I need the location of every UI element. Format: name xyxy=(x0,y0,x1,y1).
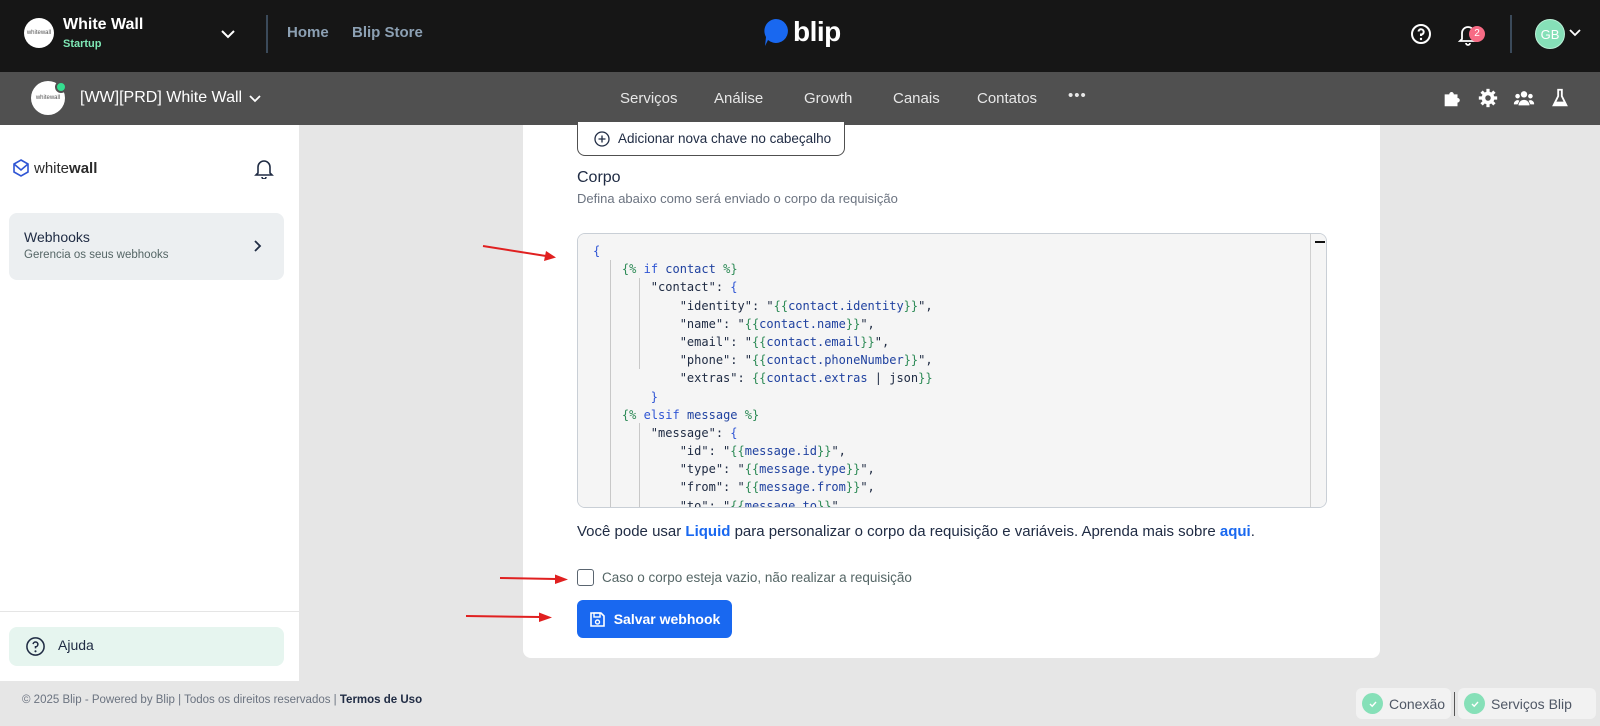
save-icon xyxy=(589,611,605,627)
status-blip-services[interactable]: Serviços Blip xyxy=(1458,688,1596,719)
help-label: Ajuda xyxy=(58,637,94,653)
nav-contatos[interactable]: Contatos xyxy=(977,90,1037,107)
skip-empty-body-label[interactable]: Caso o corpo esteja vazio, não realizar … xyxy=(602,570,912,585)
annotation-arrow xyxy=(499,574,568,584)
org-name[interactable]: White Wall xyxy=(63,16,143,34)
plus-circle-icon xyxy=(594,130,610,147)
body-code-editor[interactable]: { {% if contact %} "contact": { "identit… xyxy=(577,233,1327,508)
minimize-icon[interactable] xyxy=(1315,241,1325,243)
org-plan: Startup xyxy=(63,38,102,50)
status-label: Serviços Blip xyxy=(1491,695,1572,712)
nav-analise[interactable]: Análise xyxy=(714,90,763,107)
code-text: { {% if contact %} "contact": { "identit… xyxy=(593,244,933,508)
hint-text: para personalizar o corpo da requisição … xyxy=(730,523,1220,540)
online-status-dot xyxy=(55,81,67,93)
divider xyxy=(1454,692,1455,716)
body-section-title: Corpo xyxy=(577,169,621,186)
help-circle-icon xyxy=(26,637,45,656)
add-header-key-button[interactable]: Adicionar nova chave no cabeçalho xyxy=(577,121,845,156)
chevron-right-icon xyxy=(254,240,262,252)
hint-text: . xyxy=(1250,523,1255,540)
bell-icon[interactable] xyxy=(253,157,275,179)
divider xyxy=(0,611,299,612)
learn-more-link[interactable]: aqui xyxy=(1220,523,1251,540)
divider xyxy=(1510,15,1512,53)
nav-growth[interactable]: Growth xyxy=(804,90,852,107)
check-icon xyxy=(1464,693,1485,714)
footer: © 2025 Blip - Powered by Blip | Todos os… xyxy=(22,694,422,706)
whitewall-mark-icon xyxy=(13,159,29,177)
more-menu-icon[interactable]: ••• xyxy=(1068,87,1087,104)
liquid-hint: Você pode usar Liquid para personalizar … xyxy=(577,523,1255,540)
blip-bubble-icon xyxy=(764,19,788,46)
nav-canais[interactable]: Canais xyxy=(893,90,940,107)
sidebar xyxy=(0,125,299,681)
bot-name[interactable]: [WW][PRD] White Wall xyxy=(80,89,242,107)
nav-blip-store[interactable]: Blip Store xyxy=(352,24,423,41)
sidebar-item-webhooks[interactable] xyxy=(9,213,284,280)
org-logo[interactable]: whitewall xyxy=(24,18,54,48)
users-icon[interactable] xyxy=(1513,87,1535,109)
liquid-link[interactable]: Liquid xyxy=(685,523,730,540)
status-connection[interactable]: Conexão xyxy=(1356,688,1451,719)
chevron-down-icon[interactable] xyxy=(248,92,262,106)
terms-link[interactable]: Termos de Uso xyxy=(340,694,422,706)
sidebar-item-title: Webhooks xyxy=(24,229,90,245)
sidebar-item-subtitle: Gerencia os seus webhooks xyxy=(24,249,169,261)
skip-empty-body-checkbox[interactable] xyxy=(577,569,594,586)
chevron-down-icon[interactable] xyxy=(1568,26,1582,40)
gear-icon[interactable] xyxy=(1477,87,1499,109)
nav-home[interactable]: Home xyxy=(287,24,329,41)
chevron-down-icon[interactable] xyxy=(218,24,238,44)
hint-text: Você pode usar xyxy=(577,523,686,540)
check-icon xyxy=(1362,693,1383,714)
divider xyxy=(266,15,268,53)
blip-logo[interactable]: blip xyxy=(762,16,841,48)
whitewall-logo: whitewall xyxy=(12,159,97,177)
logo-text-bold: wall xyxy=(69,159,98,177)
code-editor-scrollbar[interactable] xyxy=(1310,234,1311,507)
annotation-arrow xyxy=(482,245,556,261)
add-header-key-label: Adicionar nova chave no cabeçalho xyxy=(618,131,832,146)
brand-name: blip xyxy=(793,16,841,47)
notification-badge: 2 xyxy=(1469,26,1485,42)
help-button[interactable] xyxy=(9,627,284,666)
body-section-description: Defina abaixo como será enviado o corpo … xyxy=(577,191,898,206)
help-circle-icon[interactable] xyxy=(1409,22,1433,46)
avatar[interactable]: GB xyxy=(1535,19,1565,49)
code-editor-content[interactable]: { {% if contact %} "contact": { "identit… xyxy=(578,234,1326,508)
copyright: © 2025 Blip - Powered by Blip | Todos os… xyxy=(22,694,340,706)
save-webhook-label: Salvar webhook xyxy=(613,611,721,627)
logo-text-light: white xyxy=(34,159,70,177)
flask-icon[interactable] xyxy=(1549,87,1571,109)
save-webhook-button[interactable]: Salvar webhook xyxy=(577,600,732,638)
puzzle-icon[interactable] xyxy=(1441,87,1463,109)
status-label: Conexão xyxy=(1389,695,1446,712)
annotation-arrow xyxy=(465,612,552,622)
nav-servicos[interactable]: Serviços xyxy=(620,90,678,107)
